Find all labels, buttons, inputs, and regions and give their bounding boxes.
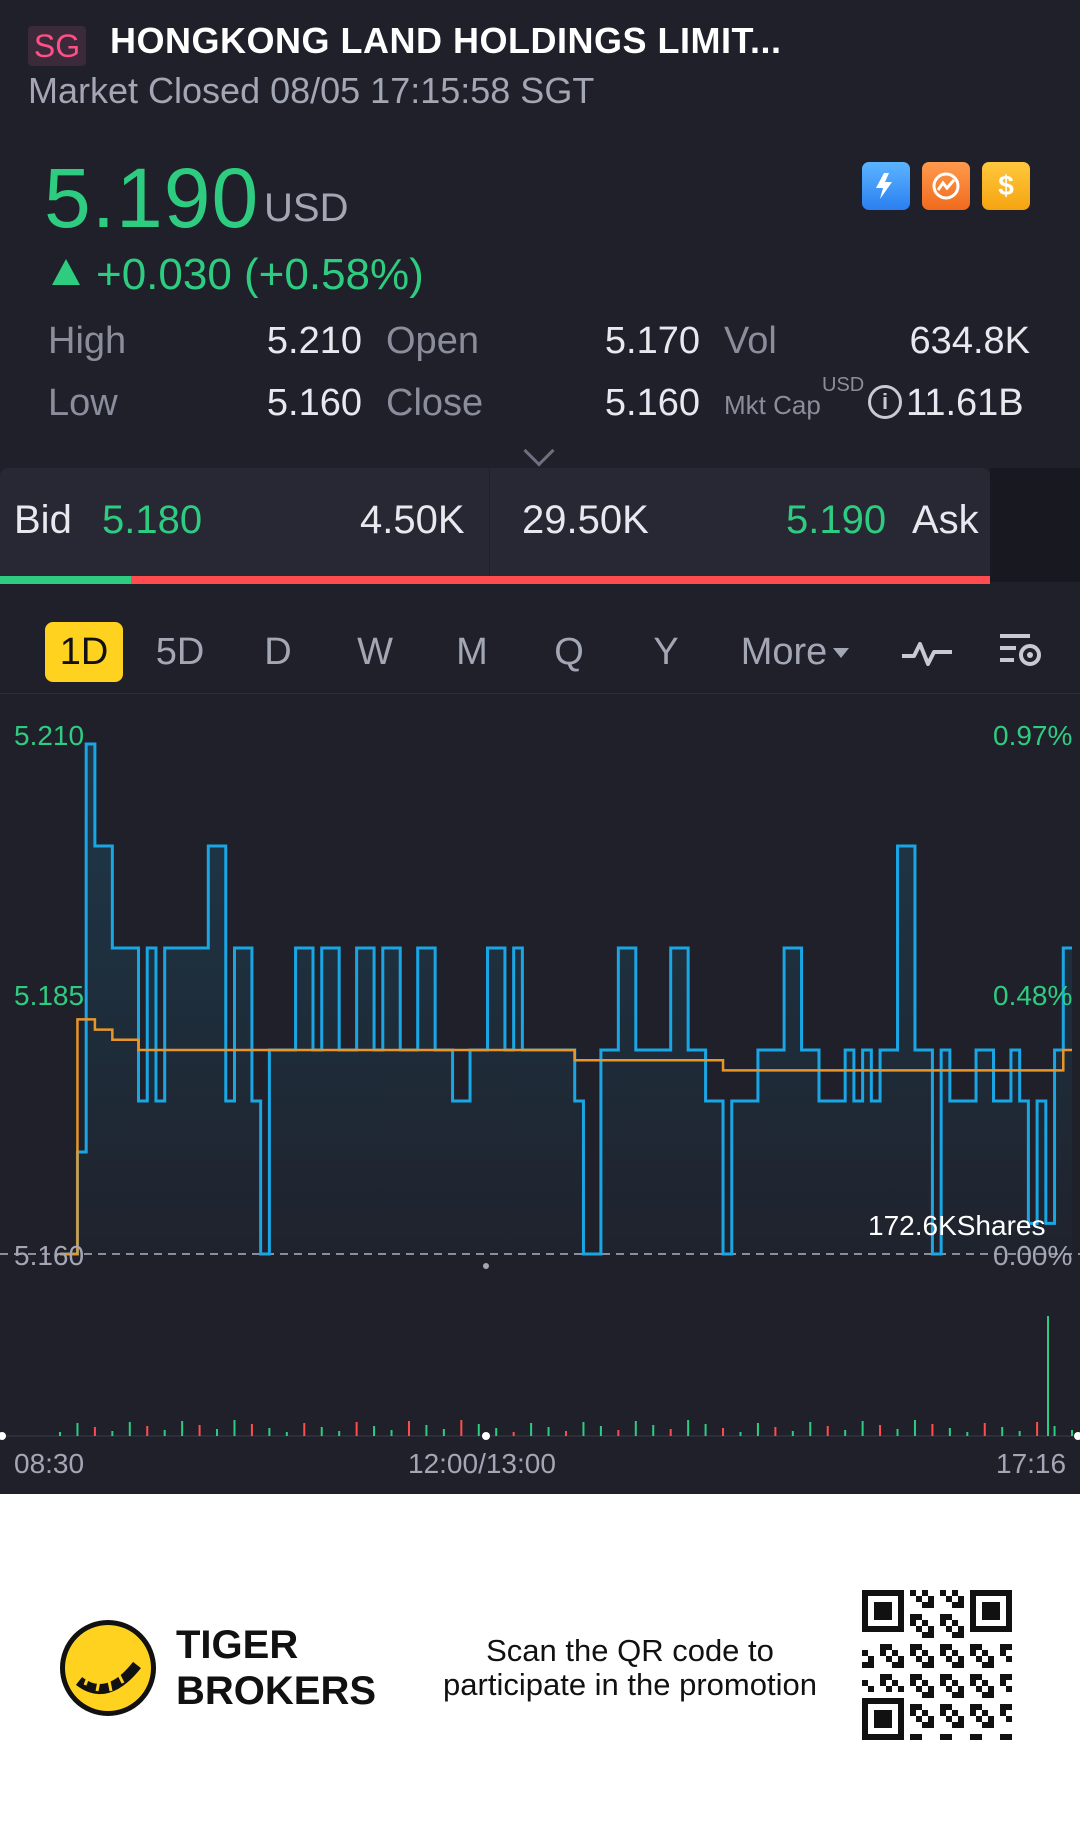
high-value: 5.210 [266,320,362,362]
y-axis-right-mid: 0.48% [993,980,1073,1011]
mktcap-value: 11.61B [906,382,1024,424]
intraday-chart[interactable] [0,694,1080,1494]
volume-label: 172.6KShares [868,1210,1046,1241]
last-price: 5.190 [44,151,260,245]
y-axis-high: 5.210 [14,720,85,751]
close-label: Close [386,382,484,424]
low-label: Low [48,382,118,424]
chart-settings-icon[interactable] [996,626,1046,686]
currency: USD [264,186,349,230]
open-label: Open [386,320,479,362]
time-axis-dot [482,1432,490,1440]
period-tabs: 1D 5D D W M Q Y More [0,600,1080,694]
price-change: +0.030 (+0.58%) [52,250,424,300]
indicator-icon[interactable] [900,632,954,682]
lightning-icon[interactable] [862,162,910,210]
time-axis-dot [0,1432,6,1440]
tab-d[interactable]: D [258,622,298,682]
y-axis-low: 5.160 [14,1240,85,1271]
vol-label: Vol [724,320,777,362]
low-value: 5.160 [266,382,362,424]
vol-value: 634.8K [909,320,1030,362]
time-axis-dot [1074,1432,1080,1440]
promo-line-2: participate in the promotion [443,1667,817,1702]
ask-price: 5.190 [786,498,887,542]
brand-line-2: BROKERS [176,1669,377,1713]
tiger-logo-icon [60,1620,156,1716]
tab-y[interactable]: Y [646,622,686,682]
dollar-icon[interactable]: $ [982,162,1030,210]
tab-5d[interactable]: 5D [150,622,210,682]
mktcap-label: Mkt Cap [724,390,821,420]
quote-stats: High 5.210 Open 5.170 Vol 634.8K Low 5.1… [0,310,1080,440]
bid-price: 5.180 [102,498,203,542]
market-badge: SG [28,26,86,66]
bid-size: 4.50K [360,498,465,542]
ask-label: Ask [912,498,979,542]
brand-name: TIGER BROKERS [176,1622,376,1714]
info-icon[interactable]: i [868,385,902,419]
header: SG HONGKONG LAND HOLDINGS LIMIT... Marke… [0,0,1080,130]
bid-volume-bar [0,576,131,584]
promo-text: Scan the QR code to participate in the p… [420,1634,840,1702]
bid-ask-panel: Bid 5.180 4.50K 29.50K 5.190 Ask [0,468,990,578]
tab-m[interactable]: M [452,622,492,682]
time-end: 17:16 [996,1448,1067,1479]
tab-q[interactable]: Q [549,622,589,682]
time-start: 08:30 [14,1448,85,1479]
crowd-icon[interactable] [922,162,970,210]
chevron-down-icon[interactable] [523,435,555,467]
close-value: 5.160 [604,382,700,424]
session-break-dot [483,1263,489,1269]
bid-ask-divider [489,468,490,578]
qr-code[interactable] [862,1590,1012,1740]
bid-ask-side-panel[interactable] [990,468,1080,582]
mktcap-value-wrap: i 11.61B [868,382,1024,425]
y-axis-right-high: 0.97% [993,720,1073,751]
ask-size: 29.50K [522,498,649,542]
bid-label: Bid [14,498,72,542]
high-label: High [48,320,127,362]
tab-1d[interactable]: 1D [45,622,123,682]
brand-line-1: TIGER [176,1623,299,1667]
price-change-value: +0.030 (+0.58%) [96,250,424,299]
mktcap-currency: USD [822,374,865,396]
y-axis-right-low: 0.00% [993,1240,1073,1271]
stock-title[interactable]: HONGKONG LAND HOLDINGS LIMIT... [110,20,781,62]
more-label: More [740,631,828,673]
promo-line-1: Scan the QR code to [486,1633,774,1668]
y-axis-mid: 5.185 [14,980,85,1011]
open-value: 5.170 [604,320,700,362]
market-status: Market Closed 08/05 17:15:58 SGT [28,70,595,111]
tab-w[interactable]: W [355,622,395,682]
feature-badges: $ [862,162,1030,210]
ask-volume-bar [131,576,990,584]
promo-footer: TIGER BROKERS Scan the QR code to partic… [0,1494,1080,1839]
time-mid: 12:00/13:00 [408,1448,556,1479]
more-dropdown[interactable]: More [735,622,855,682]
caret-down-icon [833,648,850,658]
price-area [0,744,1072,1254]
up-arrow-icon [52,259,80,285]
